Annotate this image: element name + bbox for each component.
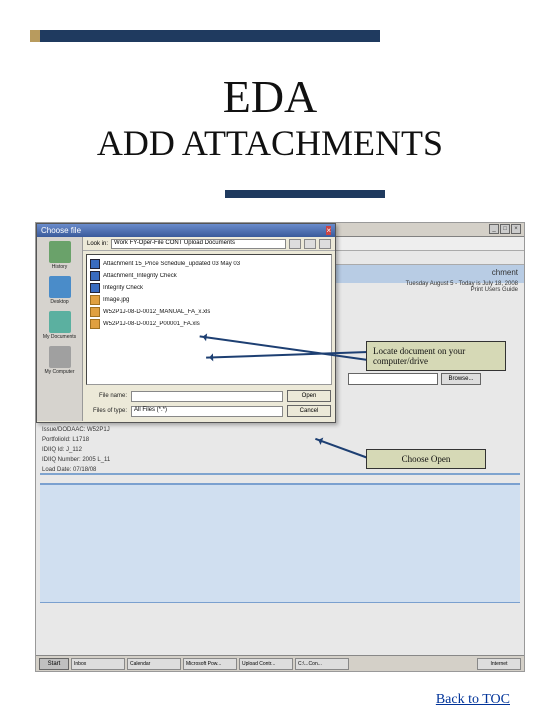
place-my-documents[interactable]: My Documents	[42, 311, 78, 340]
taskbar-item[interactable]: C:\...Con...	[295, 658, 349, 670]
filename-input[interactable]	[131, 391, 283, 402]
back-to-toc-link[interactable]: Back to TOC	[436, 692, 510, 708]
callout-choose-open: Choose Open	[366, 449, 486, 469]
taskbar-item[interactable]: Inbox	[71, 658, 125, 670]
list-item[interactable]: Attachment 15_Price Schedule_updated 03 …	[90, 258, 328, 270]
list-item[interactable]: Attachment_Integrity Check	[90, 270, 328, 282]
desktop-icon	[49, 276, 71, 298]
header-rule-top	[40, 30, 380, 42]
start-button[interactable]: Start	[39, 658, 69, 670]
close-button[interactable]: ×	[511, 224, 521, 234]
slide-title-line2: ADD ATTACHMENTS	[0, 122, 540, 164]
file-dialog-title: Choose file	[41, 226, 81, 235]
open-button[interactable]: Open	[287, 390, 331, 402]
filetype-combo[interactable]: All Files (*.*)	[131, 406, 283, 417]
upload-file-field[interactable]	[348, 373, 438, 385]
slide-title-line1: EDA	[0, 70, 540, 123]
header-accent-bullet	[30, 30, 40, 42]
file-dialog-close-button[interactable]: ×	[326, 226, 331, 235]
field-idiiq-id: IDIIQ Id: J_112	[42, 445, 110, 455]
excel-icon	[90, 307, 100, 317]
places-bar: History Desktop My Documents My Computer	[37, 237, 83, 421]
section-divider	[40, 473, 520, 475]
arrow-to-open	[315, 438, 368, 459]
system-tray: Internet	[477, 658, 521, 670]
upload-row: Browse...	[348, 373, 481, 385]
word-icon	[90, 271, 100, 281]
field-issue-dodaac: Issue/DODAAC: W52P1J	[42, 425, 110, 435]
history-icon	[49, 241, 71, 263]
list-item[interactable]: W52P1J-08-D-0012_MANUAL_FA_x.xls	[90, 306, 328, 318]
word-icon	[90, 259, 100, 269]
maximize-button[interactable]: □	[500, 224, 510, 234]
form-fields: Issue/DODAAC: W52P1J PortfolioId: L1718 …	[42, 425, 110, 475]
image-icon	[90, 295, 100, 305]
filename-label: File name:	[87, 393, 127, 399]
taskbar-item[interactable]: Calendar	[127, 658, 181, 670]
windows-taskbar: Start Inbox Calendar Microsoft Pow... Up…	[36, 655, 524, 671]
screenshot-container: Upload Contract Attachment - Microsoft I…	[35, 222, 525, 672]
file-open-dialog: Choose file × History Desktop My Documen…	[36, 223, 336, 423]
word-icon	[90, 283, 100, 293]
browse-button[interactable]: Browse...	[441, 373, 481, 385]
taskbar-item[interactable]: Upload Contr...	[239, 658, 293, 670]
print-guide-link[interactable]: Print Users Guide	[406, 287, 518, 293]
header-rule-bottom	[225, 190, 385, 198]
field-portfolio-id: PortfolioId: L1718	[42, 435, 110, 445]
mycomputer-icon	[49, 346, 71, 368]
callout-locate-document: Locate document on your computer/drive	[366, 341, 506, 371]
excel-icon	[90, 319, 100, 329]
list-item[interactable]: Image.jpg	[90, 294, 328, 306]
file-list[interactable]: Attachment 15_Price Schedule_updated 03 …	[86, 254, 332, 385]
place-history[interactable]: History	[42, 241, 78, 270]
minimize-button[interactable]: _	[489, 224, 499, 234]
cancel-button[interactable]: Cancel	[287, 405, 331, 417]
new-folder-icon[interactable]	[304, 239, 316, 249]
lookin-combo[interactable]: Work FY-Oper-File CONT Upload Documents	[111, 239, 286, 249]
mydocuments-icon	[49, 311, 71, 333]
field-idiiq-number: IDIIQ Number: 2005 L_11	[42, 455, 110, 465]
taskbar-item[interactable]: Microsoft Pow...	[183, 658, 237, 670]
view-menu-icon[interactable]	[319, 239, 331, 249]
place-my-computer[interactable]: My Computer	[42, 346, 78, 375]
list-item[interactable]: Integrity Check	[90, 282, 328, 294]
filetype-label: Files of type:	[87, 408, 127, 414]
up-folder-icon[interactable]	[289, 239, 301, 249]
content-panel	[40, 483, 520, 603]
list-item[interactable]: W52P1J-08-D-0012_P00001_FA.xls	[90, 318, 328, 330]
lookin-label: Look in:	[87, 241, 108, 247]
page-meta: Tuesday August 5 - Today is July 18, 200…	[406, 281, 518, 293]
place-desktop[interactable]: Desktop	[42, 276, 78, 305]
